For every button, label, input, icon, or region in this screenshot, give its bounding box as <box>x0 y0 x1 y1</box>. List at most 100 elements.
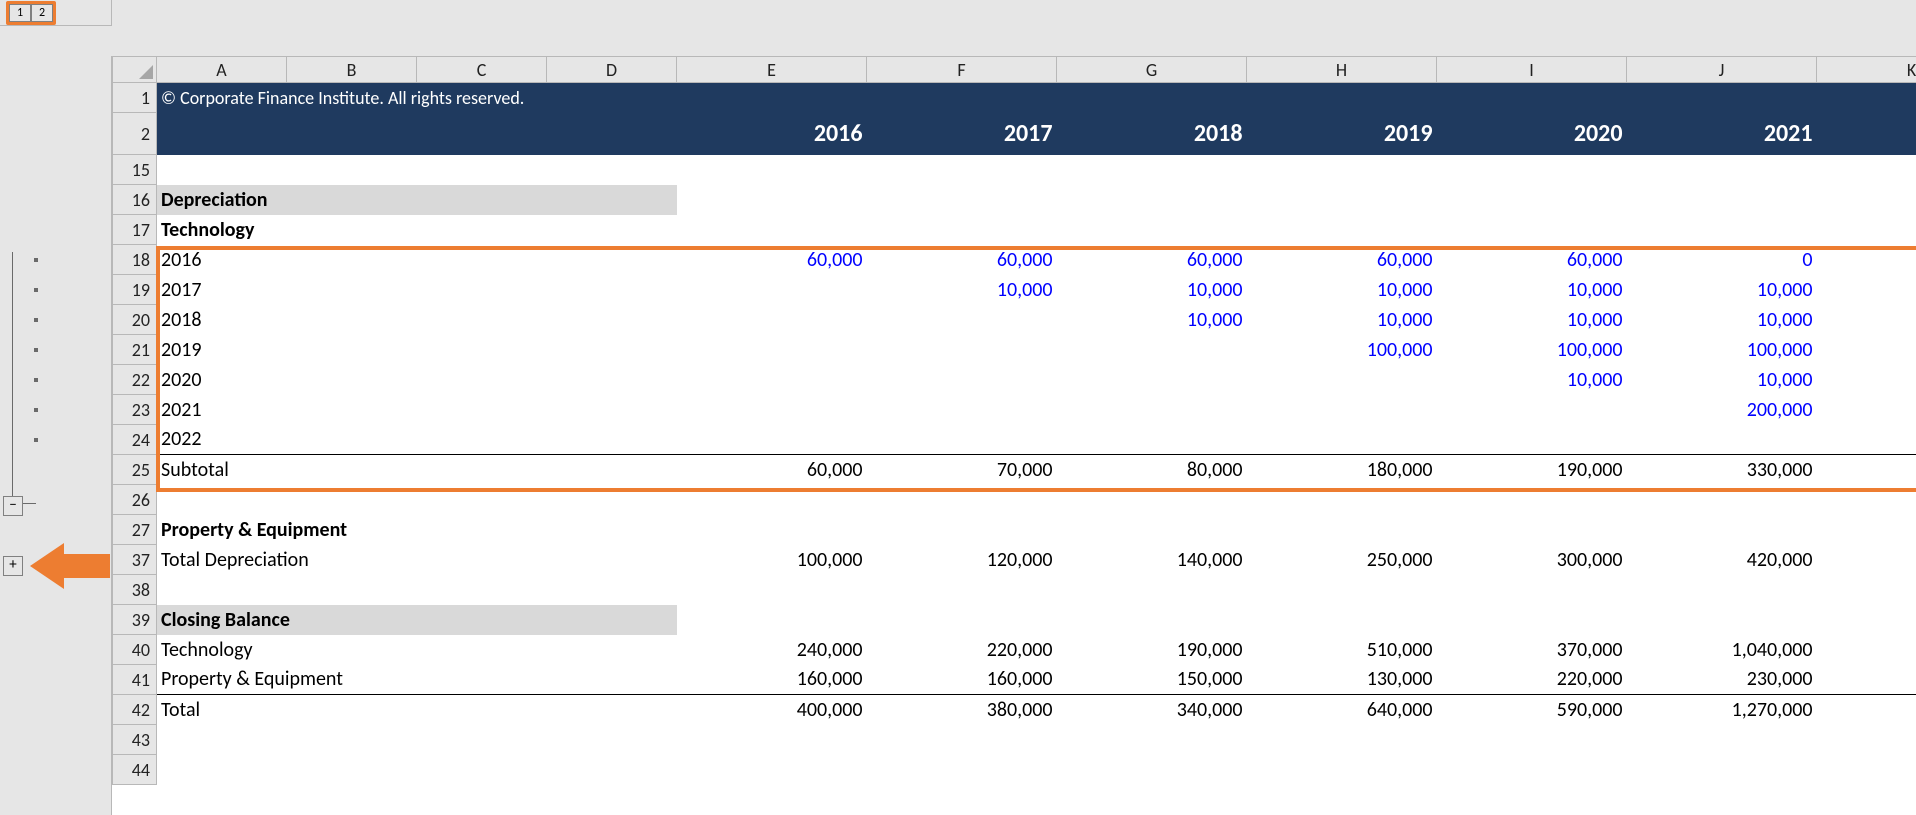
row-header-43[interactable]: 43 <box>113 725 157 755</box>
cell[interactable]: 330,000 <box>1627 455 1817 485</box>
outline-level-1-button[interactable]: 1 <box>9 4 31 22</box>
col-header-B[interactable]: B <box>287 57 417 83</box>
col-header-D[interactable]: D <box>547 57 677 83</box>
col-header-H[interactable]: H <box>1247 57 1437 83</box>
cell[interactable]: 120,000 <box>867 545 1057 575</box>
row-header-39[interactable]: 39 <box>113 605 157 635</box>
cell[interactable]: 10,000 <box>1057 305 1247 335</box>
cell[interactable] <box>677 275 867 305</box>
spreadsheet[interactable]: A B C D E F G H I J K 1 © Corporate Fina… <box>112 56 1916 815</box>
cell[interactable]: 420,000 <box>1627 545 1817 575</box>
col-header-I[interactable]: I <box>1437 57 1627 83</box>
cell[interactable] <box>1247 395 1437 425</box>
cell[interactable] <box>1057 425 1247 455</box>
row-header-19[interactable]: 19 <box>113 275 157 305</box>
cell[interactable]: 1,350,000 <box>1817 695 1916 725</box>
row-header-41[interactable]: 41 <box>113 665 157 695</box>
cell[interactable]: 10,000 <box>1817 365 1916 395</box>
cell[interactable]: 10,000 <box>1437 305 1627 335</box>
cell[interactable]: 590,000 <box>1437 695 1627 725</box>
cell[interactable]: 100,000 <box>1817 335 1916 365</box>
cell[interactable]: 100,000 <box>1627 335 1817 365</box>
cell[interactable]: 60,000 <box>1057 245 1247 275</box>
cell[interactable]: 550,000 <box>1817 665 1916 695</box>
cell[interactable]: 400,000 <box>677 695 867 725</box>
outline-expand-button[interactable]: + <box>3 556 23 576</box>
cell[interactable]: 70,000 <box>867 455 1057 485</box>
cell[interactable] <box>677 395 867 425</box>
cell[interactable]: 180,000 <box>1247 455 1437 485</box>
row-header-42[interactable]: 42 <box>113 695 157 725</box>
cell[interactable]: 100,000 <box>1247 335 1437 365</box>
cell[interactable] <box>1627 425 1817 455</box>
cell[interactable] <box>1437 395 1627 425</box>
cell[interactable]: 60,000 <box>867 245 1057 275</box>
cell[interactable] <box>867 425 1057 455</box>
grid[interactable]: A B C D E F G H I J K 1 © Corporate Fina… <box>112 56 1916 785</box>
cell[interactable]: 200,000 <box>1627 395 1817 425</box>
col-header-C[interactable]: C <box>417 57 547 83</box>
outline-level-2-button[interactable]: 2 <box>31 4 53 22</box>
cell[interactable]: 1,040,000 <box>1627 635 1817 665</box>
cell[interactable] <box>1057 395 1247 425</box>
cell[interactable]: 100,000 <box>1437 335 1627 365</box>
row-header-17[interactable]: 17 <box>113 215 157 245</box>
cell[interactable]: 190,000 <box>1057 635 1247 665</box>
row-header-1[interactable]: 1 <box>113 83 157 113</box>
outline-collapse-button[interactable]: − <box>3 496 23 516</box>
cell[interactable]: 0 <box>1817 275 1916 305</box>
row-header-16[interactable]: 16 <box>113 185 157 215</box>
cell[interactable]: 800,000 <box>1817 635 1916 665</box>
row-header-27[interactable]: 27 <box>113 515 157 545</box>
cell[interactable]: 250,000 <box>1247 545 1437 575</box>
row-header-40[interactable]: 40 <box>113 635 157 665</box>
cell[interactable] <box>867 365 1057 395</box>
cell[interactable] <box>677 425 867 455</box>
cell[interactable] <box>1437 425 1627 455</box>
row-header-2[interactable]: 2 <box>113 113 157 155</box>
cell[interactable] <box>867 395 1057 425</box>
cell[interactable]: 370,000 <box>1437 635 1627 665</box>
cell[interactable]: 100,000 <box>677 545 867 575</box>
cell[interactable]: 10,000 <box>1817 305 1916 335</box>
cell[interactable]: 10,000 <box>1627 275 1817 305</box>
cell[interactable]: 640,000 <box>1247 695 1437 725</box>
row-header-26[interactable]: 26 <box>113 485 157 515</box>
row-header-20[interactable]: 20 <box>113 305 157 335</box>
cell[interactable]: 160,000 <box>677 665 867 695</box>
cell[interactable] <box>677 365 867 395</box>
cell[interactable] <box>1247 365 1437 395</box>
col-header-K[interactable]: K <box>1817 57 1916 83</box>
cell[interactable]: 10,000 <box>1247 305 1437 335</box>
row-header-25[interactable]: 25 <box>113 455 157 485</box>
cell[interactable]: 230,000 <box>1627 665 1817 695</box>
cell[interactable]: 340,000 <box>1817 455 1916 485</box>
row-header-37[interactable]: 37 <box>113 545 157 575</box>
row-header-18[interactable]: 18 <box>113 245 157 275</box>
cell[interactable]: 340,000 <box>1057 695 1247 725</box>
cell[interactable]: 60,000 <box>677 455 867 485</box>
cell[interactable]: 200,000 <box>1817 395 1916 425</box>
cell[interactable]: 60,000 <box>1437 245 1627 275</box>
cell[interactable] <box>1057 335 1247 365</box>
cell[interactable]: 300,000 <box>1437 545 1627 575</box>
cell[interactable]: 520,000 <box>1817 545 1916 575</box>
cell[interactable]: 10,000 <box>1057 275 1247 305</box>
cell[interactable]: 510,000 <box>1247 635 1437 665</box>
row-header-38[interactable]: 38 <box>113 575 157 605</box>
row-header-44[interactable]: 44 <box>113 755 157 785</box>
cell[interactable]: 220,000 <box>1437 665 1627 695</box>
cell[interactable] <box>1247 425 1437 455</box>
cell[interactable]: 10,000 <box>1627 365 1817 395</box>
col-header-J[interactable]: J <box>1627 57 1817 83</box>
col-header-E[interactable]: E <box>677 57 867 83</box>
cell[interactable] <box>677 305 867 335</box>
cell[interactable]: 60,000 <box>677 245 867 275</box>
cell[interactable]: 80,000 <box>1057 455 1247 485</box>
row-header-15[interactable]: 15 <box>113 155 157 185</box>
cell[interactable]: 10,000 <box>1437 275 1627 305</box>
cell[interactable]: 0 <box>1817 245 1916 275</box>
cell[interactable]: 10,000 <box>1627 305 1817 335</box>
col-header-A[interactable]: A <box>157 57 287 83</box>
cell[interactable]: 130,000 <box>1247 665 1437 695</box>
